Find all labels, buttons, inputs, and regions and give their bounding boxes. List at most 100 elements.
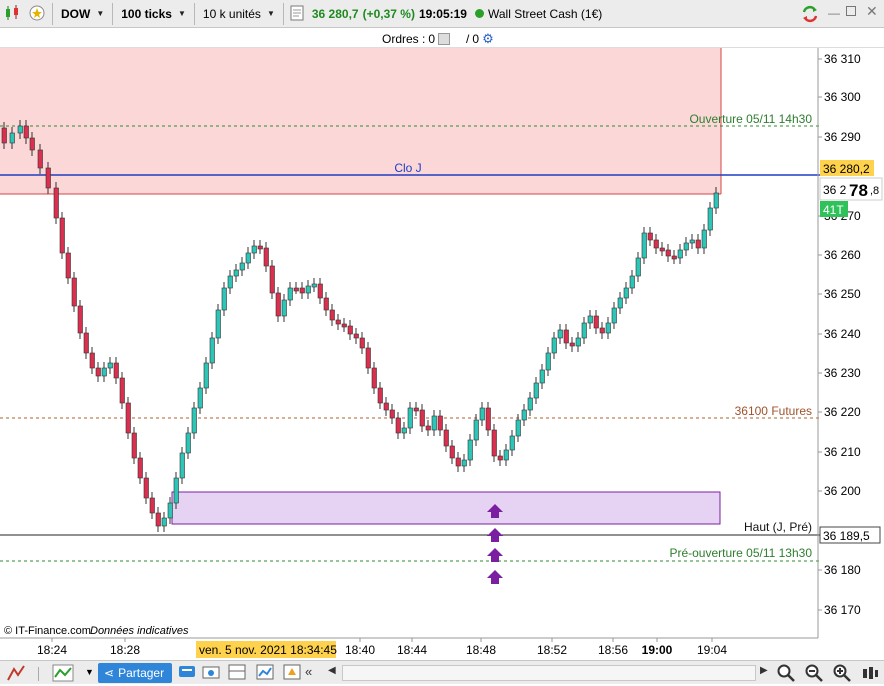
candle	[491, 429, 497, 457]
quantity-label: 10 k unités	[202, 6, 261, 21]
price-chart[interactable]: 36 31036 30036 29036 27036 26036 25036 2…	[0, 48, 884, 660]
settings-gear-icon[interactable]: ⚙	[482, 31, 494, 47]
star-icon[interactable]	[28, 4, 48, 24]
time-tick-label: 18:24	[37, 643, 67, 657]
zoom-fit-icon[interactable]	[776, 663, 796, 683]
candle	[539, 369, 545, 384]
share-label: Partager	[118, 666, 165, 680]
interval-label: 100 ticks	[121, 6, 172, 21]
candle	[389, 409, 395, 419]
candle	[455, 457, 461, 467]
pre-ouverture-label: Pré-ouverture 05/11 13h30	[669, 546, 812, 560]
candle	[95, 367, 101, 377]
candle	[89, 352, 95, 369]
interval-selector[interactable]: 100 ticks ▼	[117, 7, 190, 21]
candle	[59, 217, 65, 254]
candle	[37, 149, 43, 169]
chat-icon[interactable]	[178, 663, 198, 683]
candle	[269, 265, 275, 294]
price-tick-label: 36 200	[824, 484, 861, 498]
orders-toggle-icon[interactable]	[438, 33, 451, 45]
candle	[245, 252, 251, 264]
alerts-icon[interactable]	[283, 663, 303, 683]
candle	[29, 137, 35, 151]
symbol-selector[interactable]: DOW ▼	[57, 7, 108, 21]
candle	[293, 287, 299, 292]
candle	[221, 287, 227, 311]
candle	[515, 419, 521, 437]
quantity-selector[interactable]: 10 k unités ▼	[199, 7, 279, 21]
candle	[677, 249, 683, 259]
candle	[605, 322, 611, 334]
drawing-tools-icon[interactable]	[6, 663, 26, 683]
candle	[683, 242, 689, 251]
candle	[45, 167, 51, 189]
share-button[interactable]: ⋖ Partager	[98, 663, 172, 683]
candle	[149, 497, 155, 514]
scroll-left-icon[interactable]: ◀	[328, 665, 336, 676]
futures-label: 36100 Futures	[735, 404, 812, 418]
candle	[257, 245, 263, 250]
candle	[299, 287, 305, 294]
chart-canvas[interactable]: 36 31036 30036 29036 27036 26036 25036 2…	[0, 48, 884, 660]
source-note: Données indicatives	[90, 625, 189, 637]
zoom-out-icon[interactable]	[804, 663, 824, 683]
separator	[112, 2, 114, 25]
share-icon: ⋖	[104, 666, 115, 680]
maximize-icon[interactable]	[846, 6, 856, 16]
bid-tag-big: 78	[849, 181, 868, 200]
candle	[191, 407, 197, 434]
compare-icon[interactable]	[256, 663, 276, 683]
layout-icon[interactable]	[228, 663, 248, 683]
close-icon[interactable]: ✕	[866, 3, 878, 20]
indicators-icon[interactable]	[52, 663, 74, 683]
candle	[125, 402, 131, 434]
candle	[581, 322, 587, 339]
candle	[365, 347, 371, 369]
bid-tag-small: ,8	[870, 185, 879, 197]
candle	[173, 477, 179, 504]
candle	[353, 333, 359, 339]
candle	[557, 329, 563, 339]
refresh-icon[interactable]	[800, 4, 820, 24]
candle	[461, 459, 467, 467]
candle	[143, 477, 149, 499]
price-tick-label: 36 300	[824, 90, 861, 104]
candle	[653, 239, 659, 249]
candle	[233, 269, 239, 277]
price-tick-label: 36 210	[824, 445, 861, 459]
separator	[38, 667, 39, 681]
candle	[275, 292, 281, 317]
candle	[215, 309, 221, 339]
notes-icon[interactable]	[288, 4, 308, 24]
minimize-icon[interactable]: —	[828, 6, 840, 20]
candle	[617, 297, 623, 309]
support-zone	[171, 491, 721, 525]
candle-width-icon[interactable]	[860, 663, 880, 683]
chevron-down-icon[interactable]: ▼	[85, 667, 94, 677]
quote-time: 19:05:19	[418, 6, 467, 21]
candle	[413, 407, 419, 412]
candlestick-icon[interactable]	[4, 4, 24, 24]
candle	[335, 319, 341, 325]
price-tick-label: 36 240	[824, 327, 861, 341]
candle	[17, 125, 23, 134]
candle	[545, 352, 551, 371]
candle	[359, 337, 365, 349]
candle	[611, 307, 617, 324]
scroll-left-fast-icon[interactable]: «	[305, 664, 312, 679]
time-tick-label: 18:40	[345, 643, 375, 657]
chevron-down-icon: ▼	[96, 9, 105, 18]
source-label: © IT-Finance.com	[4, 625, 91, 637]
candle	[197, 387, 203, 409]
screenshot-icon[interactable]	[202, 663, 222, 683]
scroll-right-icon[interactable]: ▶	[760, 665, 768, 676]
zoom-in-icon[interactable]	[832, 663, 852, 683]
horizontal-scrollbar[interactable]	[342, 665, 756, 681]
current-price-tag-text: 36 280,2	[823, 162, 870, 176]
candle	[647, 232, 653, 241]
buy-signal-arrow-icon	[487, 548, 503, 562]
candle	[83, 332, 89, 354]
price-tick-label: 36 250	[824, 287, 861, 301]
candle	[419, 409, 425, 427]
